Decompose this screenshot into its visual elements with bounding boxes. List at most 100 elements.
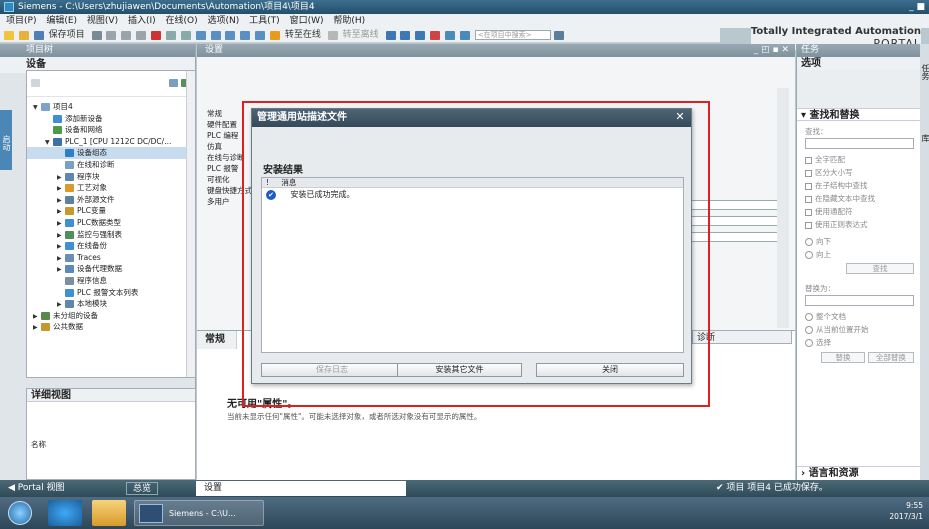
tree-item[interactable]: ▼ PLC_1 [CPU 1212C DC/DC/... <box>27 136 195 148</box>
paste-icon[interactable] <box>136 31 147 40</box>
go-online-button[interactable]: 转至在线 <box>285 30 321 40</box>
radio-down[interactable] <box>805 238 813 246</box>
close-tb-icon[interactable] <box>430 31 441 40</box>
open-project-icon[interactable] <box>18 31 29 40</box>
stop-cpu-icon[interactable] <box>415 31 426 40</box>
redo-icon[interactable] <box>180 31 191 40</box>
portal-view-button[interactable]: ◀ Portal 视图 <box>8 480 65 497</box>
tree-item[interactable]: ▶ Traces <box>27 252 195 264</box>
tree-item[interactable]: PLC 报警文本列表 <box>27 287 195 299</box>
settings-editor-tab[interactable]: 设置 <box>196 481 406 496</box>
checkbox-regex[interactable] <box>805 221 812 229</box>
checkbox-match-case[interactable] <box>805 169 812 177</box>
tree-item[interactable]: ▶ 外部源文件 <box>27 194 195 206</box>
tree-scrollbar[interactable] <box>186 71 195 377</box>
go-offline-icon[interactable] <box>327 31 338 40</box>
tree-overview-icon[interactable] <box>31 79 40 87</box>
tia-taskbar-button[interactable]: Siemens - C:\U... <box>134 500 264 526</box>
menu-edit[interactable]: 编辑(E) <box>46 16 77 26</box>
upload-icon[interactable] <box>225 31 236 40</box>
tree-item[interactable]: 设备和网络 <box>27 124 195 136</box>
menu-insert[interactable]: 插入(I) <box>128 16 156 26</box>
menu-view[interactable]: 视图(V) <box>87 16 118 26</box>
replace-input[interactable] <box>805 295 914 306</box>
tree-item[interactable]: ▶ 监控与强制表 <box>27 229 195 241</box>
tree-grid-icon[interactable] <box>169 79 178 87</box>
checkbox-wildcards[interactable] <box>805 208 812 216</box>
copy-icon[interactable] <box>121 31 132 40</box>
radio-whole-document[interactable] <box>805 313 813 321</box>
save-icon[interactable] <box>33 31 44 40</box>
tree-item-label: PLC变量 <box>77 206 106 216</box>
search-icon[interactable] <box>553 31 564 40</box>
inspector-general-tab[interactable]: 常规 <box>197 331 237 349</box>
radio-selection[interactable] <box>805 339 813 347</box>
undo-icon[interactable] <box>165 31 176 40</box>
system-tray[interactable]: 9:55 2017/3/1 <box>889 500 923 522</box>
start-side-tab[interactable]: 启动 <box>0 110 12 170</box>
detail-view-header[interactable]: 详细视图 <box>27 389 195 402</box>
checkbox-whole-word[interactable] <box>805 156 812 164</box>
new-project-icon[interactable] <box>4 31 14 40</box>
tree-item[interactable]: 程序信息 <box>27 275 195 287</box>
go-online-icon[interactable] <box>270 31 281 40</box>
tree-item[interactable]: ▶ 设备代理数据 <box>27 263 195 275</box>
tree-item[interactable]: ▶ PLC变量 <box>27 205 195 217</box>
go-offline-button[interactable]: 转至离线 <box>343 30 379 40</box>
tree-item[interactable]: ▶ 未分组的设备 <box>27 310 195 322</box>
radio-up[interactable] <box>805 251 813 259</box>
tree-item[interactable]: ▶ PLC数据类型 <box>27 217 195 229</box>
start-icon[interactable] <box>8 501 32 525</box>
simulate-icon[interactable] <box>240 31 251 40</box>
radio-from-current[interactable] <box>805 326 813 334</box>
tree-item[interactable]: ▼ 项目4 <box>27 101 195 113</box>
explorer-icon[interactable] <box>92 500 126 526</box>
menu-project[interactable]: 项目(P) <box>6 16 36 26</box>
tree-item-label: 公共数据 <box>53 322 83 332</box>
find-input[interactable] <box>805 138 914 149</box>
language-resources-section[interactable]: › 语言和资源 <box>797 466 920 479</box>
tree-item[interactable]: ▶ 在线备份 <box>27 240 195 252</box>
replace-all-button[interactable]: 全部替换 <box>867 352 914 363</box>
tasks-side-tab[interactable]: 任务 <box>920 64 929 80</box>
tree-item[interactable]: 设备组态 <box>27 147 195 159</box>
tree-item[interactable]: ▶ 工艺对象 <box>27 182 195 194</box>
menu-online[interactable]: 在线(O) <box>166 16 198 26</box>
tree-item-label: PLC数据类型 <box>77 217 121 227</box>
ie-icon[interactable] <box>48 500 82 526</box>
checkbox-hidden-text[interactable] <box>805 195 812 203</box>
accessible-devices-icon[interactable] <box>385 31 396 40</box>
tree-item[interactable]: ▶ 程序块 <box>27 171 195 183</box>
cut-icon[interactable] <box>106 31 117 40</box>
tree-item[interactable]: ▶ 公共数据 <box>27 321 195 333</box>
menu-options[interactable]: 选项(N) <box>208 16 240 26</box>
print-icon[interactable] <box>91 31 102 40</box>
settings-window-controls[interactable]: _ ◰ ▪ ✕ <box>754 44 789 57</box>
overview-tab[interactable]: 总览 <box>126 482 159 495</box>
monitor-icon[interactable] <box>255 31 266 40</box>
split-horizontal-icon[interactable] <box>445 31 456 40</box>
download-icon[interactable] <box>210 31 221 40</box>
menu-tools[interactable]: 工具(T) <box>249 16 280 26</box>
tree-item[interactable]: 在线和诊断 <box>27 159 195 171</box>
checkbox-substructures[interactable] <box>805 182 812 190</box>
compile-icon[interactable] <box>195 31 206 40</box>
tree-item[interactable]: 添加新设备 <box>27 113 195 125</box>
find-replace-section[interactable]: ▾ 查找和替换 <box>797 108 920 121</box>
tree-item[interactable]: ▶ 本地模块 <box>27 298 195 310</box>
window-controls[interactable]: _ ■ <box>909 0 925 14</box>
menu-help[interactable]: 帮助(H) <box>333 16 365 26</box>
delete-icon[interactable] <box>151 31 162 40</box>
save-project-button[interactable]: 保存项目 <box>49 30 85 40</box>
split-vertical-icon[interactable] <box>459 31 470 40</box>
library-side-tab[interactable]: 库 <box>920 134 929 142</box>
menu-window[interactable]: 窗口(W) <box>290 16 324 26</box>
expand-right-icon[interactable]: ▶ <box>33 322 41 334</box>
tree-rows: ▼ 项目4 添加新设备 设备和网络 ▼ PLC_1 [CPU 1212C DC/DC/..… <box>27 97 195 333</box>
tree-node-icon <box>41 311 50 320</box>
find-button[interactable]: 查找 <box>846 263 914 274</box>
replace-button[interactable]: 替换 <box>821 352 865 363</box>
start-cpu-icon[interactable] <box>400 31 411 40</box>
project-search-input[interactable]: <在项目中搜索> <box>474 30 551 40</box>
settings-scrollbar[interactable] <box>777 88 789 328</box>
